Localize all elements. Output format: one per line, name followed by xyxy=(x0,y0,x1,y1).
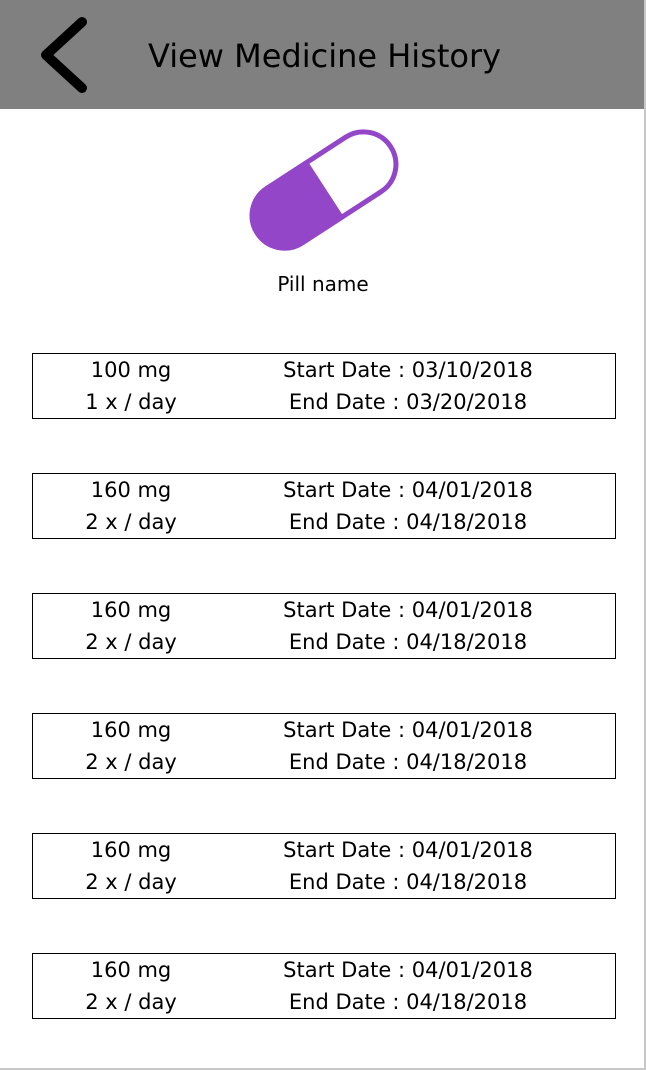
pill-name: Pill name xyxy=(277,272,369,296)
frequency-label: 2 x / day xyxy=(85,510,177,534)
start-date-label: Start Date : 04/01/2018 xyxy=(283,478,533,502)
end-date-label: End Date : 04/18/2018 xyxy=(288,630,528,654)
dose-label: 160 mg xyxy=(90,838,172,862)
start-date-label: Start Date : 04/01/2018 xyxy=(283,958,533,982)
history-entry[interactable]: 160 mg 2 x / day Start Date : 04/01/2018… xyxy=(32,953,616,1019)
dose-label: 100 mg xyxy=(90,358,172,382)
history-entry[interactable]: 160 mg 2 x / day Start Date : 04/01/2018… xyxy=(32,593,616,659)
start-date-label: Start Date : 04/01/2018 xyxy=(283,718,533,742)
history-entry[interactable]: 160 mg 2 x / day Start Date : 04/01/2018… xyxy=(32,833,616,899)
app-header: View Medicine History xyxy=(0,0,644,109)
dose-label: 160 mg xyxy=(90,598,172,622)
end-date-label: End Date : 04/18/2018 xyxy=(288,870,528,894)
chevron-left-icon xyxy=(41,17,87,93)
history-entry[interactable]: 160 mg 2 x / day Start Date : 04/01/2018… xyxy=(32,713,616,779)
end-date-label: End Date : 03/20/2018 xyxy=(288,390,528,414)
start-date-label: Start Date : 03/10/2018 xyxy=(283,358,533,382)
frequency-label: 2 x / day xyxy=(85,870,177,894)
end-date-label: End Date : 04/18/2018 xyxy=(288,990,528,1014)
start-date-label: Start Date : 04/01/2018 xyxy=(283,838,533,862)
frequency-label: 2 x / day xyxy=(85,990,177,1014)
frequency-label: 2 x / day xyxy=(85,750,177,774)
dose-label: 160 mg xyxy=(90,478,172,502)
dose-label: 160 mg xyxy=(90,958,172,982)
end-date-label: End Date : 04/18/2018 xyxy=(288,750,528,774)
back-button[interactable] xyxy=(30,14,100,96)
history-list: 100 mg 1 x / day Start Date : 03/10/2018… xyxy=(32,353,616,1070)
dose-label: 160 mg xyxy=(90,718,172,742)
pill-capsule-icon xyxy=(236,120,410,265)
history-entry[interactable]: 160 mg 2 x / day Start Date : 04/01/2018… xyxy=(32,473,616,539)
page-title: View Medicine History xyxy=(148,37,502,75)
frequency-label: 2 x / day xyxy=(85,630,177,654)
frequency-label: 1 x / day xyxy=(85,390,177,414)
start-date-label: Start Date : 04/01/2018 xyxy=(283,598,533,622)
history-entry[interactable]: 100 mg 1 x / day Start Date : 03/10/2018… xyxy=(32,353,616,419)
end-date-label: End Date : 04/18/2018 xyxy=(288,510,528,534)
